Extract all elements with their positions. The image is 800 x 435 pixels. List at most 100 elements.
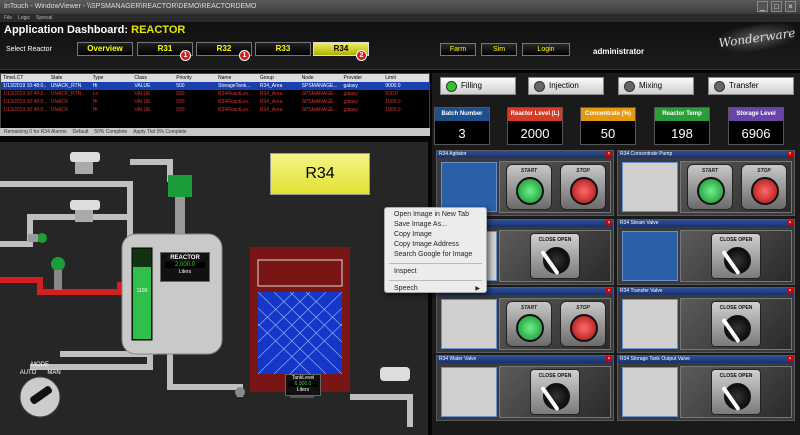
close-icon[interactable]: ×: [606, 151, 612, 157]
menu-bar: File Logic Special: [0, 14, 800, 22]
open-close-knob[interactable]: CLOSE OPEN: [711, 233, 761, 279]
card-water-valve: R34 Water Valve × CLOSE OPEN: [436, 355, 614, 421]
maximize-button[interactable]: □: [771, 1, 782, 12]
open-close-panel: CLOSE OPEN: [680, 298, 792, 350]
card-concentrate-pump: R34 Concentrate Pump × START STOP: [617, 150, 795, 216]
close-icon[interactable]: ×: [606, 220, 612, 226]
open-close-panel: CLOSE OPEN: [680, 366, 792, 418]
menu-special[interactable]: Special: [36, 14, 52, 22]
menu-copy-image-address[interactable]: Copy Image Address: [385, 240, 486, 250]
pump-icon: [441, 299, 497, 349]
agitator-motor-icon[interactable]: [168, 175, 192, 197]
start-button[interactable]: START: [506, 301, 552, 347]
close-icon[interactable]: ×: [606, 356, 612, 362]
menu-separator: [389, 280, 482, 281]
agitator-shaft: [175, 197, 185, 237]
minimize-button[interactable]: _: [757, 1, 768, 12]
page-title: Application Dashboard: REACTOR: [4, 24, 186, 36]
reactor-level-fill: [133, 267, 151, 339]
alarm-row[interactable]: 1/13/2019 10:48:0.. UNACK_RTN Hi VALUE 500 St…: [1, 82, 429, 90]
status-led-icon: [714, 81, 725, 92]
stop-button[interactable]: STOP: [560, 164, 606, 210]
kpi-reactor-level: Reactor Level (L) 2000: [507, 107, 563, 145]
menu-file[interactable]: File: [4, 14, 12, 22]
context-menu: Open Image in New Tab Save Image As... C…: [384, 207, 487, 293]
alarm-header-row: TimeLCT State Type Class Priority Name Group No…: [1, 74, 429, 82]
close-icon[interactable]: ×: [787, 356, 793, 362]
kpi-reactor-temp: Reactor Temp 198: [654, 107, 710, 145]
overview-button[interactable]: Overview: [77, 42, 133, 56]
sim-button[interactable]: Sim: [481, 43, 517, 56]
start-button[interactable]: START: [506, 164, 552, 210]
mode-transfer[interactable]: Transfer: [708, 77, 794, 95]
window-controls: _ □ ×: [757, 1, 796, 12]
alarm-row[interactable]: 1/13/2019 10:48:0.. UNACK Hi VALUE 500 R34Rea…: [1, 106, 429, 114]
open-close-knob[interactable]: CLOSE OPEN: [530, 233, 580, 279]
kpi-storage-level: Storage Level 6906: [728, 107, 784, 145]
valve[interactable]: [70, 152, 100, 174]
open-close-panel: CLOSE OPEN: [499, 230, 611, 282]
close-icon[interactable]: ×: [787, 151, 793, 157]
transfer-valve-actuator[interactable]: [380, 367, 410, 381]
start-stop-panel: START STOP: [499, 298, 611, 350]
close-icon[interactable]: ×: [606, 288, 612, 294]
reactor-readout: REACTOR 2,000.0 Liters: [160, 252, 210, 282]
close-icon[interactable]: ×: [787, 288, 793, 294]
close-button[interactable]: ×: [785, 1, 796, 12]
menu-copy-image[interactable]: Copy Image: [385, 230, 486, 240]
valve[interactable]: [51, 257, 65, 290]
hmi-window: InTouch - WindowViewer - \\SPSMANAGER\RE…: [0, 0, 800, 435]
menu-save-image-as[interactable]: Save Image As...: [385, 220, 486, 230]
login-button[interactable]: Login: [522, 43, 570, 56]
kpi-batch-number: Batch Number 3: [434, 107, 490, 145]
title-bar: InTouch - WindowViewer - \\SPSMANAGER\RE…: [0, 0, 800, 14]
alarm-grid[interactable]: TimeLCT State Type Class Priority Name Group No…: [0, 73, 430, 135]
start-stop-panel: START STOP: [680, 161, 792, 213]
open-close-panel: CLOSE OPEN: [680, 230, 792, 282]
mode-filling[interactable]: Filling: [440, 77, 516, 95]
mode-label: MODE: [31, 362, 49, 368]
current-user: administrator: [593, 47, 645, 56]
open-close-knob[interactable]: CLOSE OPEN: [530, 369, 580, 415]
header: Application Dashboard: REACTOR Select Re…: [0, 22, 800, 70]
select-reactor-label: Select Reactor: [6, 46, 52, 53]
menu-logic[interactable]: Logic: [18, 14, 30, 22]
valve[interactable]: [28, 233, 47, 243]
alarm-status-bar: Remaining 0 for R34 Alarms Default 50% Com…: [0, 128, 430, 136]
kpi-concentrate: Concentrate (%) 50: [580, 107, 636, 145]
mode-mixing[interactable]: Mixing: [618, 77, 694, 95]
alarm-badge-r32: 1: [239, 50, 250, 61]
card-storage-output-valve: R34 Storage Tank Output Valve × CLOSE OPE…: [617, 355, 795, 421]
open-close-knob[interactable]: CLOSE OPEN: [711, 301, 761, 347]
reactor-r33-button[interactable]: R33: [255, 42, 311, 56]
alarm-row[interactable]: 1/13/2019 10:48:0.. UNACK Hi VALUE 500 R34Rea…: [1, 98, 429, 106]
valve-icon: [622, 299, 678, 349]
close-icon[interactable]: ×: [787, 220, 793, 226]
mode-auto-label: AUTO: [19, 370, 37, 376]
alarm-badge-r31: 1: [180, 50, 191, 61]
tank-level-readout: TankLevel 6,906.0 Liters: [285, 374, 321, 396]
card-pump: R34 Pump× START STOP: [436, 287, 614, 353]
open-close-panel: CLOSE OPEN: [499, 366, 611, 418]
alarm-badge-r34: 2: [356, 50, 367, 61]
status-led-icon: [624, 81, 635, 92]
pump-icon: [622, 162, 678, 212]
card-transfer-valve: R34 Transfer Valve × CLOSE OPEN: [617, 287, 795, 353]
status-led-icon: [446, 81, 457, 92]
stop-button[interactable]: STOP: [741, 164, 787, 210]
menu-search-google-image[interactable]: Search Google for Image: [385, 250, 486, 260]
mode-injection[interactable]: Injection: [528, 77, 604, 95]
menu-inspect[interactable]: Inspect: [385, 267, 486, 277]
submenu-arrow-icon: ▶: [475, 286, 480, 292]
farm-button[interactable]: Farm: [440, 43, 476, 56]
stop-button[interactable]: STOP: [560, 301, 606, 347]
menu-speech[interactable]: Speech ▶: [385, 284, 486, 294]
start-button[interactable]: START: [687, 164, 733, 210]
open-close-knob[interactable]: CLOSE OPEN: [711, 369, 761, 415]
menu-open-image-new-tab[interactable]: Open Image in New Tab: [385, 210, 486, 220]
status-led-icon: [534, 81, 545, 92]
agitator-icon: [441, 162, 497, 212]
valve[interactable]: [235, 387, 245, 397]
alarm-row[interactable]: 1/13/2019 10:48:2.. UNACK_RTN Lo VALUE 500 R3…: [1, 90, 429, 98]
start-stop-panel: START STOP: [499, 161, 611, 213]
